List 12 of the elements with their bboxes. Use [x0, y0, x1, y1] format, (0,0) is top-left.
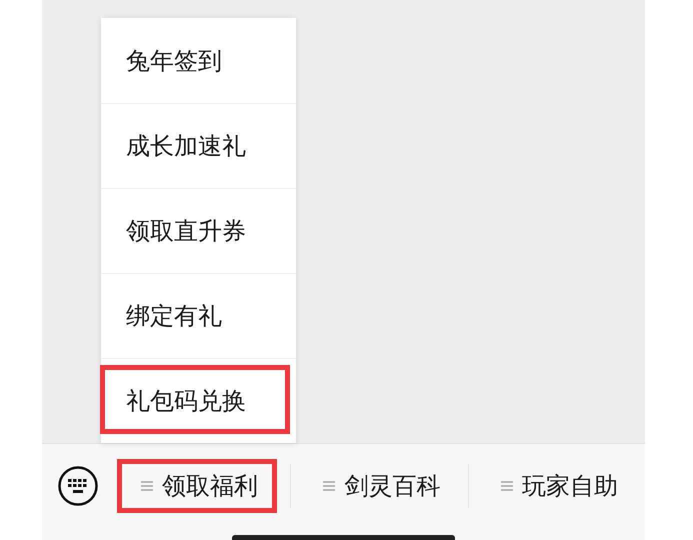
keyboard-icon[interactable] — [58, 466, 98, 506]
menu-item[interactable]: 成长加速礼 — [126, 130, 246, 162]
menu-icon — [500, 479, 514, 493]
menu-item[interactable]: 兔年签到 — [126, 44, 222, 76]
menu-tab[interactable]: 玩家自助 — [478, 460, 636, 512]
menu-icon — [140, 479, 154, 493]
menu-tab[interactable]: 剑灵百科 — [300, 460, 458, 512]
menu-item[interactable]: 领取直升券 — [126, 215, 246, 247]
menu-item[interactable]: 礼包码兑换 — [126, 385, 246, 417]
menu-tab[interactable]: 领取福利 — [117, 459, 277, 513]
menu-icon — [322, 479, 336, 493]
menu-item[interactable]: 绑定有礼 — [126, 300, 222, 332]
